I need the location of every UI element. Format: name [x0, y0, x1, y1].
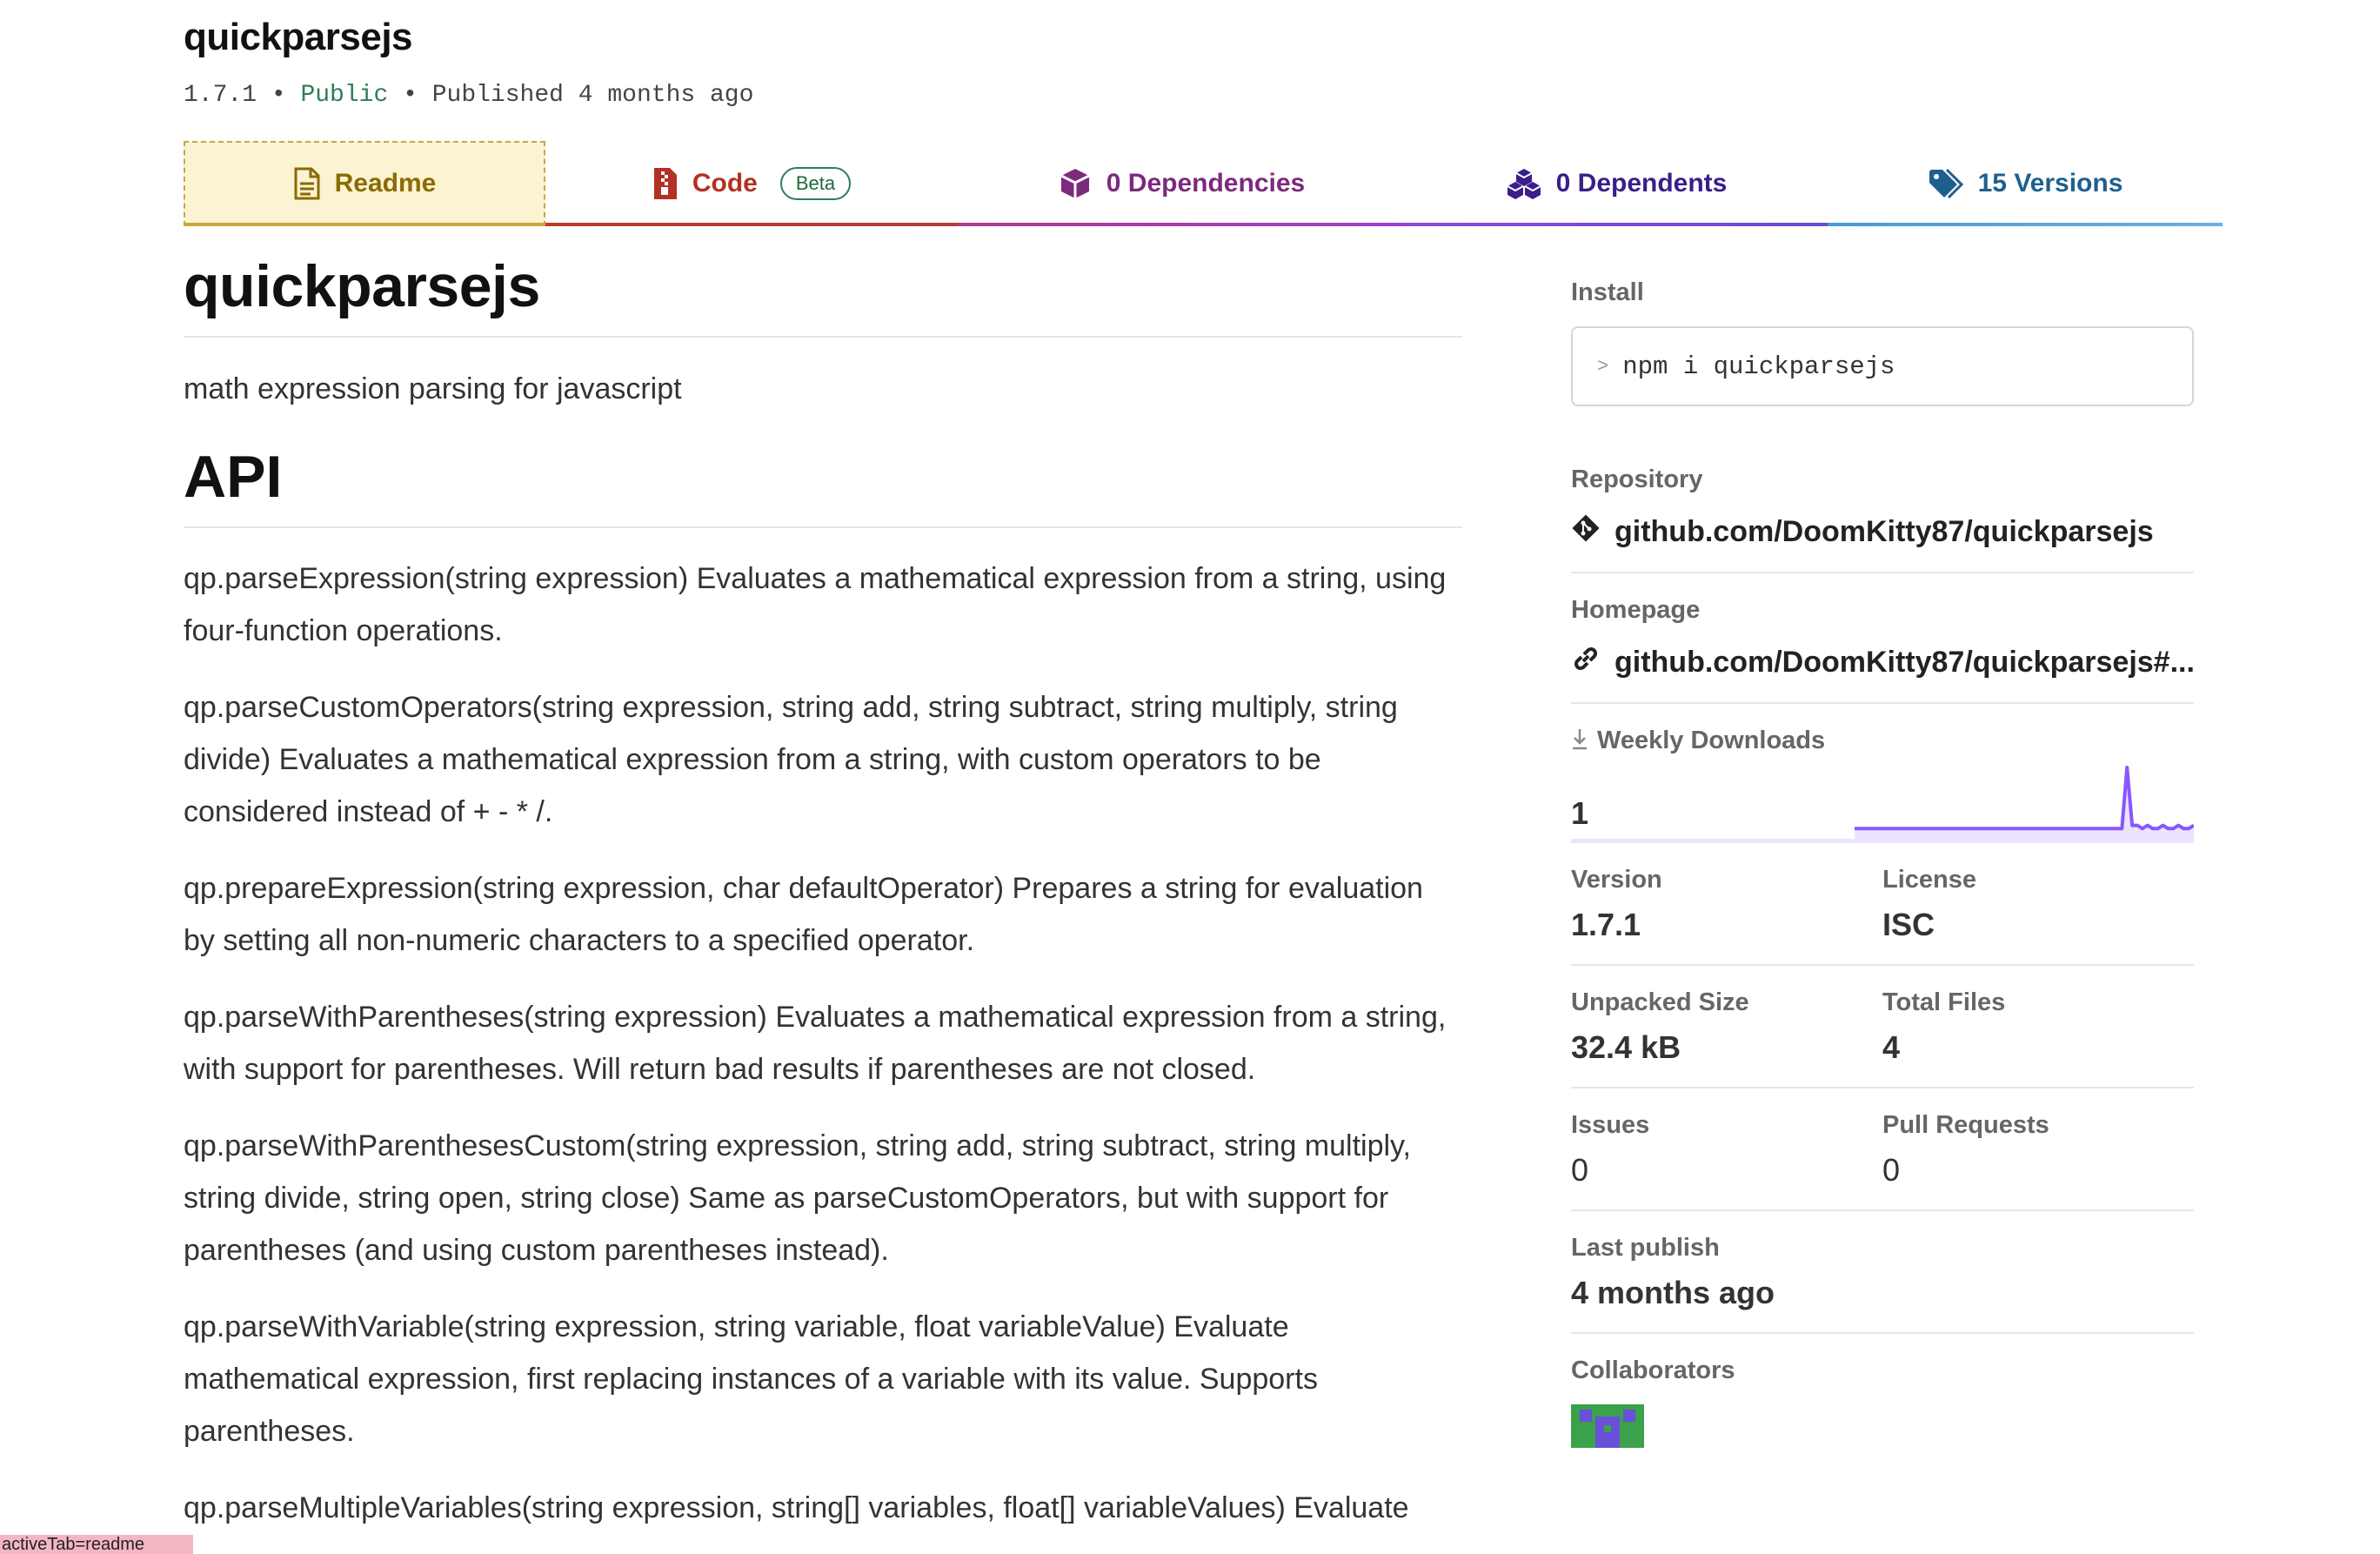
package-title: quickparsejs [184, 16, 413, 58]
pull-requests-block[interactable]: Pull Requests 0 [1882, 1111, 2194, 1189]
version-block: Version 1.7.1 [1571, 866, 1882, 943]
unpacked-size-label: Unpacked Size [1571, 988, 1749, 1016]
terminal-prompt-icon: > [1597, 355, 1609, 378]
tab-underline [958, 223, 1405, 226]
readme-title: quickparsejs [184, 252, 1462, 338]
package-sidebar: Install > npm i quickparsejs Repository … [1571, 278, 2194, 1469]
repository-label: Repository [1571, 466, 1703, 493]
weekly-downloads-header: Weekly Downloads [1571, 727, 2194, 755]
visibility-label: Public [300, 82, 389, 109]
readme-description: math expression parsing for javascript [184, 372, 682, 405]
api-entry: qp.parseWithVariable(string expression, … [184, 1310, 1318, 1448]
install-command: npm i quickparsejs [1622, 352, 1895, 381]
tab-label: 15 Versions [1977, 169, 2123, 198]
version-value: 1.7.1 [1571, 907, 1641, 942]
homepage-link[interactable]: github.com/DoomKitty87/quickparsejs#... [1571, 644, 2194, 681]
last-publish-label: Last publish [1571, 1234, 1720, 1262]
total-files-value: 4 [1882, 1029, 1901, 1065]
collaborator-avatar[interactable] [1571, 1404, 1644, 1448]
package-tabs: Readme Code Beta 0 Dependencies 0 Depend… [184, 141, 2223, 226]
unpacked-size-block: Unpacked Size 32.4 kB [1571, 988, 1882, 1066]
api-entry: qp.parseWithParentheses(string expressio… [184, 1001, 1447, 1086]
zip-file-icon [652, 166, 679, 201]
homepage-label: Homepage [1571, 596, 1701, 624]
install-label: Install [1571, 278, 1644, 306]
repository-link[interactable]: github.com/DoomKitty87/quickparsejs [1571, 513, 2194, 551]
total-files-label: Total Files [1882, 988, 2006, 1016]
install-command-box[interactable]: > npm i quickparsejs [1571, 326, 2194, 406]
weekly-downloads-sparkline [1855, 766, 2194, 839]
tab-label: Code [692, 169, 758, 198]
pull-requests-label: Pull Requests [1882, 1111, 2049, 1139]
tab-versions[interactable]: 15 Versions [1828, 141, 2223, 226]
tab-code[interactable]: Code Beta [545, 141, 958, 226]
tab-dependencies[interactable]: 0 Dependencies [958, 141, 1405, 226]
collaborators-label: Collaborators [1571, 1356, 1735, 1384]
issues-value: 0 [1571, 1152, 1589, 1188]
homepage-section: Homepage github.com/DoomKitty87/quickpar… [1571, 573, 2194, 704]
api-entry: qp.parseCustomOperators(string expressio… [184, 691, 1398, 828]
api-entry: qp.parseWithParenthesesCustom(string exp… [184, 1129, 1411, 1267]
beta-badge: Beta [779, 167, 852, 200]
weekly-downloads-value: 1 [1571, 795, 1589, 831]
total-files-block: Total Files 4 [1882, 988, 2194, 1066]
meta-separator: • [403, 82, 418, 109]
weekly-downloads-row: 1 [1571, 760, 2194, 839]
tab-label: 0 Dependents [1555, 169, 1728, 198]
install-section: Install > npm i quickparsejs [1571, 278, 2194, 406]
issues-label: Issues [1571, 1111, 1650, 1139]
package-version: 1.7.1 [184, 82, 257, 109]
tab-readme[interactable]: Readme [184, 141, 545, 226]
issues-block[interactable]: Issues 0 [1571, 1111, 1882, 1189]
unpacked-size-value: 32.4 kB [1571, 1029, 1681, 1065]
tags-icon [1928, 168, 1964, 199]
document-icon [293, 167, 321, 200]
tab-underline [184, 223, 545, 226]
link-icon [1571, 644, 1601, 681]
debug-active-tab-badge: activeTab=readme [0, 1535, 193, 1554]
stacked-boxes-icon [1506, 167, 1542, 200]
repository-url: github.com/DoomKitty87/quickparsejs [1615, 515, 2154, 548]
homepage-url: github.com/DoomKitty87/quickparsejs#... [1615, 646, 2194, 679]
api-entry: qp.prepareExpression(string expression, … [184, 872, 1423, 957]
weekly-downloads-label: Weekly Downloads [1597, 727, 1826, 754]
tab-underline [545, 223, 958, 226]
pull-requests-value: 0 [1882, 1152, 1901, 1188]
weekly-downloads-section: Weekly Downloads 1 [1571, 704, 2194, 843]
issues-prs-section: Issues 0 Pull Requests 0 [1571, 1088, 2194, 1211]
download-icon [1571, 727, 1588, 754]
package-box-icon [1058, 166, 1093, 201]
tab-label: Readme [334, 169, 437, 198]
readme-content: quickparsejs math expression parsing for… [184, 252, 1462, 1534]
tab-underline [1405, 223, 1828, 226]
api-entry: qp.parseExpression(string expression) Ev… [184, 562, 1447, 647]
tab-dependents[interactable]: 0 Dependents [1405, 141, 1828, 226]
version-license-section: Version 1.7.1 License ISC [1571, 843, 2194, 966]
api-entry: qp.parseMultipleVariables(string express… [184, 1491, 1409, 1524]
package-meta: 1.7.1 • Public • Published 4 months ago [184, 82, 753, 109]
repository-section: Repository github.com/DoomKitty87/quickp… [1571, 406, 2194, 573]
git-icon [1571, 513, 1601, 551]
last-publish-section: Last publish 4 months ago [1571, 1211, 2194, 1334]
sparkline-line [1855, 766, 2194, 831]
published-label: Published 4 months ago [431, 82, 754, 109]
meta-separator: • [271, 82, 286, 109]
last-publish-value: 4 months ago [1571, 1275, 1775, 1310]
collaborators-section: Collaborators [1571, 1334, 2194, 1469]
tab-label: 0 Dependencies [1106, 169, 1306, 198]
api-heading: API [184, 443, 1462, 528]
version-label: Version [1571, 866, 1662, 894]
license-block: License ISC [1882, 866, 2194, 943]
license-label: License [1882, 866, 1976, 894]
size-files-section: Unpacked Size 32.4 kB Total Files 4 [1571, 966, 2194, 1088]
tab-underline [1828, 223, 2223, 226]
license-value: ISC [1882, 907, 1935, 942]
